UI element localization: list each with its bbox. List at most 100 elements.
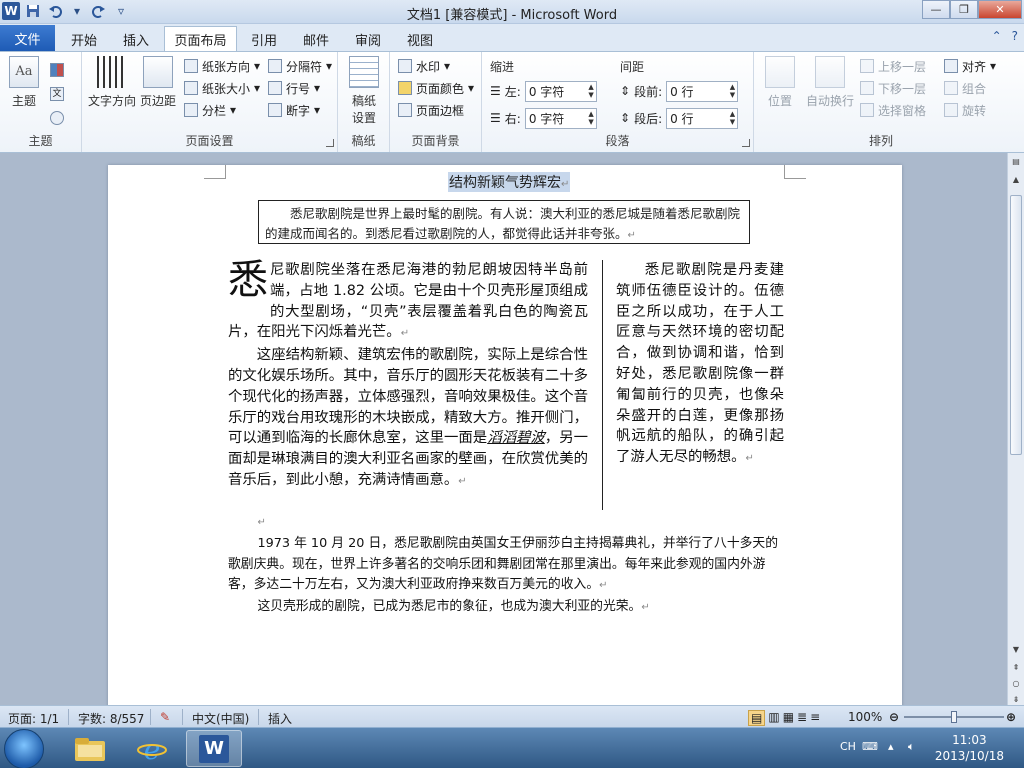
paragraph-mark: ↵ xyxy=(257,517,266,528)
document-area[interactable]: 结构新颖气势辉宏↵ 悉尼歌剧院是世界上最时髦的剧院。有人说：澳大利亚的悉尼城是随… xyxy=(0,153,1007,705)
wrap-text-button[interactable]: 自动换行 xyxy=(804,56,856,109)
insert-mode[interactable]: 插入 xyxy=(268,710,292,727)
line-numbers-button[interactable]: 行号 ▾ xyxy=(268,78,320,98)
ribbon: Aa 主题 文 主题 文字方向 页边距 纸张方向 ▾ 纸张大小 ▾ 分栏 ▾ 分隔符 ▾… xyxy=(0,51,1024,153)
scroll-down-icon[interactable]: ▼ xyxy=(1008,641,1024,657)
ruler-toggle-icon[interactable]: ▤ xyxy=(1008,153,1024,169)
collapse-ribbon-icon[interactable]: ⌃ xyxy=(992,29,1002,43)
page-count[interactable]: 页面: 1/1 xyxy=(8,710,59,727)
zoom-level[interactable]: 100% xyxy=(848,710,882,724)
document-headline[interactable]: 结构新颖气势辉宏↵ xyxy=(448,172,571,192)
tab-view[interactable]: 视图 xyxy=(398,27,442,51)
proofing-icon[interactable]: ✎ xyxy=(160,710,170,724)
keyboard-icon[interactable]: ⌨ xyxy=(862,740,878,753)
manuscript-settings-button[interactable]: 稿纸 设置 xyxy=(346,56,382,126)
browse-object-icon[interactable]: ○ xyxy=(1008,675,1024,691)
clock-date: 2013/10/18 xyxy=(934,749,1004,763)
help-icon[interactable]: ? xyxy=(1012,29,1018,43)
breaks-icon xyxy=(268,59,282,73)
outline-icon[interactable]: ≣ xyxy=(797,710,807,726)
bring-forward-button[interactable]: 上移一层 xyxy=(860,56,926,76)
tab-review[interactable]: 审阅 xyxy=(346,27,390,51)
maximize-button[interactable]: ❐ xyxy=(950,0,978,19)
themes-button[interactable]: Aa 主题 xyxy=(6,56,42,109)
margins-label: 页边距 xyxy=(139,94,176,108)
zoom-out-icon[interactable]: ⊖ xyxy=(889,710,899,724)
size-button[interactable]: 纸张大小 ▾ xyxy=(184,78,260,98)
send-backward-button[interactable]: 下移一层 xyxy=(860,78,926,98)
abstract-box[interactable]: 悉尼歌剧院是世界上最时髦的剧院。有人说：澳大利亚的悉尼城是随着悉尼歌剧院的建成而… xyxy=(258,200,750,244)
text-direction-icon xyxy=(97,56,127,88)
margins-button[interactable]: 页边距 xyxy=(138,56,178,109)
page-color-button[interactable]: 页面颜色 ▾ xyxy=(398,78,474,98)
ime-indicator[interactable]: CH xyxy=(840,740,856,753)
effects-icon[interactable] xyxy=(50,108,64,128)
group-label-themes: 主题 xyxy=(28,134,53,148)
spacing-before-input[interactable]: 0 行 ▲ ▼ xyxy=(666,80,739,102)
breaks-button[interactable]: 分隔符 ▾ xyxy=(268,56,332,76)
draft-icon[interactable]: ≡ xyxy=(810,710,820,726)
word-icon[interactable]: W xyxy=(186,730,242,767)
tab-references[interactable]: 引用 xyxy=(242,27,286,51)
spin-arrows-icon[interactable]: ▲ ▼ xyxy=(588,83,593,99)
colors-icon[interactable] xyxy=(50,60,64,80)
themes-label: 主题 xyxy=(11,94,36,108)
hyphenation-button[interactable]: 断字 ▾ xyxy=(268,100,320,120)
web-layout-icon[interactable]: ▦ xyxy=(783,710,794,726)
minimize-button[interactable]: — xyxy=(922,0,950,19)
show-hidden-icons-icon[interactable]: ▴ xyxy=(888,740,894,753)
fonts-icon[interactable]: 文 xyxy=(50,84,64,104)
tab-insert[interactable]: 插入 xyxy=(112,27,160,51)
title-bar: W ▾ ▿ 文档1 [兼容模式] - Microsoft Word — ❐ ✕ xyxy=(0,0,1024,24)
explorer-icon[interactable] xyxy=(62,730,118,767)
page-borders-button[interactable]: 页面边框 xyxy=(398,100,464,120)
scroll-up-icon[interactable]: ▲ xyxy=(1008,171,1024,187)
language-indicator[interactable]: 中文(中国) xyxy=(192,710,249,727)
tab-mailings[interactable]: 邮件 xyxy=(294,27,338,51)
indent-right-input[interactable]: 0 字符 ▲ ▼ xyxy=(524,107,597,129)
status-separator xyxy=(258,709,259,725)
ie-icon[interactable]: e xyxy=(124,730,180,767)
bring-forward-icon xyxy=(860,59,874,73)
spacing-after-input[interactable]: 0 行 ▲ ▼ xyxy=(666,107,739,129)
indent-left-label: 左: xyxy=(504,84,521,99)
bottom-paragraphs[interactable]: ↵ 1973 年 10 月 20 日，悉尼歌剧院由英国女王伊丽莎白主持揭幕典礼，… xyxy=(228,512,784,619)
print-layout-icon[interactable]: ▤ xyxy=(748,710,766,726)
spin-arrows-icon[interactable]: ▲ ▼ xyxy=(730,83,735,99)
zoom-in-icon[interactable]: ⊕ xyxy=(1006,710,1016,724)
tab-home[interactable]: 开始 xyxy=(60,27,108,51)
start-button[interactable] xyxy=(4,729,44,768)
indent-right-value: 0 字符 xyxy=(528,111,565,126)
indent-left-input[interactable]: 0 字符 ▲ ▼ xyxy=(524,80,597,102)
headline-text: 结构新颖气势辉宏 xyxy=(449,175,561,191)
system-clock[interactable]: 11:03 2013/10/18 xyxy=(935,732,1004,764)
status-bar: 页面: 1/1 字数: 8/557 ✎ 中文(中国) 插入 ▤ ▥ ▦ ≣ ≡ … xyxy=(0,705,1024,727)
right-column[interactable]: 悉尼歌剧院是丹麦建筑师伍德臣设计的。伍德臣之所以成功，在于人工匠意与天然环境的密… xyxy=(616,260,784,470)
zoom-slider-thumb[interactable] xyxy=(951,711,957,723)
page-borders-label: 页面边框 xyxy=(416,103,465,118)
watermark-button[interactable]: 水印 ▾ xyxy=(398,56,450,76)
group-objects-button[interactable]: 组合 xyxy=(944,78,986,98)
tab-page-layout[interactable]: 页面布局 xyxy=(164,26,237,51)
tab-file[interactable]: 文件 xyxy=(0,25,55,51)
volume-icon[interactable]: 🔈︎ xyxy=(908,740,915,754)
spin-arrows-icon[interactable]: ▲ ▼ xyxy=(730,110,735,126)
orientation-button[interactable]: 纸张方向 ▾ xyxy=(184,56,260,76)
vertical-scrollbar[interactable]: ▤ ▲ ▼ ⇞ ○ ⇟ xyxy=(1007,153,1024,705)
paragraph-launcher-icon[interactable] xyxy=(742,139,750,147)
word-count[interactable]: 字数: 8/557 xyxy=(78,710,144,727)
left-column[interactable]: 悉尼歌剧院坐落在悉尼海港的勃尼朗坡因特半岛前端，占地 1.82 公顷。它是由十个… xyxy=(228,260,588,493)
previous-page-icon[interactable]: ⇞ xyxy=(1008,659,1024,675)
selection-pane-button[interactable]: 选择窗格 xyxy=(860,100,926,120)
align-button[interactable]: 对齐 ▾ xyxy=(944,56,996,76)
spin-arrows-icon[interactable]: ▲ ▼ xyxy=(588,110,593,126)
rotate-button[interactable]: 旋转 xyxy=(944,100,986,120)
document-page[interactable]: 结构新颖气势辉宏↵ 悉尼歌剧院是世界上最时髦的剧院。有人说：澳大利亚的悉尼城是随… xyxy=(108,165,902,705)
full-screen-reading-icon[interactable]: ▥ xyxy=(768,710,779,726)
page-setup-launcher-icon[interactable] xyxy=(326,139,334,147)
text-direction-button[interactable]: 文字方向 xyxy=(86,56,138,109)
close-button[interactable]: ✕ xyxy=(978,0,1022,19)
scroll-thumb[interactable] xyxy=(1010,195,1022,455)
position-button[interactable]: 位置 xyxy=(760,56,800,109)
columns-button[interactable]: 分栏 ▾ xyxy=(184,100,236,120)
